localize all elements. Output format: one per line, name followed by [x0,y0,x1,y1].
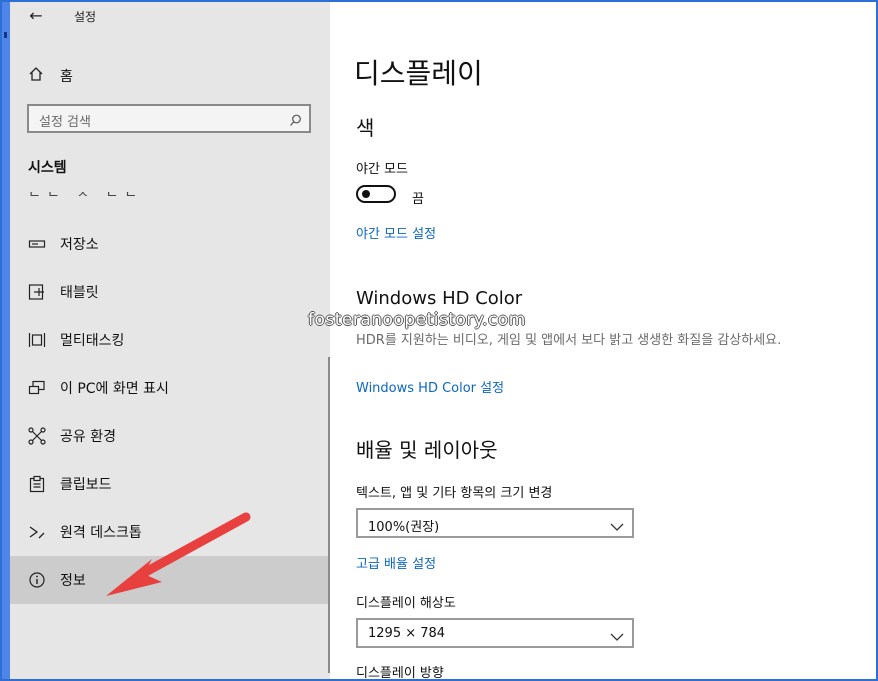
red-arrow-annotation [106,512,251,596]
settings-window: ← 설정 홈 설정 검색 시스템 ㄴㄴ ㅈ ㄴㄴ 저장소 태블릿 멀티태스킹 이… [0,0,878,681]
